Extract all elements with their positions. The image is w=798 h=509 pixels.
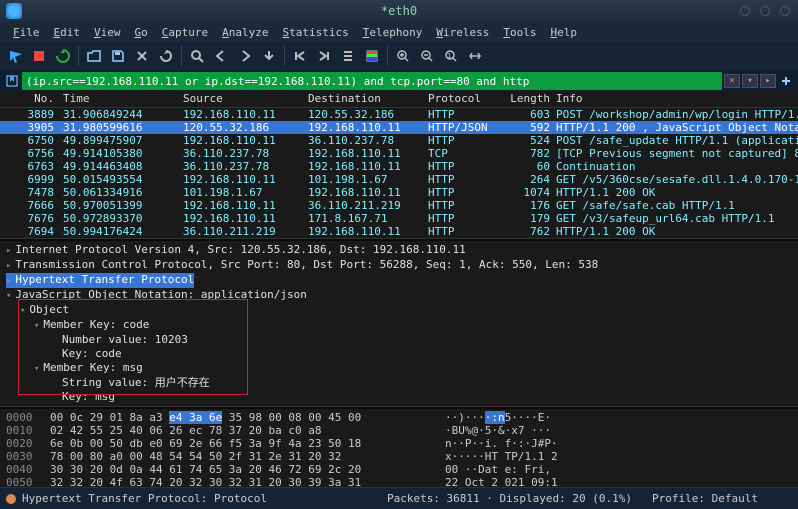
- zoom-reset-button[interactable]: 1: [440, 45, 462, 67]
- hex-row[interactable]: 000000 0c 29 01 8a a3 e4 3a 6e 35 98 00 …: [6, 411, 792, 424]
- menu-edit[interactable]: Edit: [47, 26, 88, 39]
- col-protocol[interactable]: Protocol: [425, 92, 505, 107]
- packet-row[interactable]: 766650.970051399192.168.110.1136.110.211…: [0, 199, 798, 212]
- detail-code-value[interactable]: Number value: 10203: [6, 333, 792, 347]
- col-length[interactable]: Length: [505, 92, 553, 107]
- packet-list[interactable]: No. Time Source Destination Protocol Len…: [0, 92, 798, 238]
- packet-row[interactable]: 675049.899475907192.168.110.1136.110.237…: [0, 134, 798, 147]
- go-back-button[interactable]: [210, 45, 232, 67]
- display-filter-input[interactable]: [22, 72, 722, 90]
- filter-clear-button[interactable]: ✕: [724, 74, 740, 88]
- detail-object[interactable]: Object: [6, 303, 792, 318]
- zoom-in-button[interactable]: [392, 45, 414, 67]
- packet-row[interactable]: 676349.91446340836.110.237.78192.168.110…: [0, 160, 798, 173]
- find-button[interactable]: [186, 45, 208, 67]
- resize-columns-button[interactable]: [464, 45, 486, 67]
- restart-capture-button[interactable]: [52, 45, 74, 67]
- detail-member-msg[interactable]: Member Key: msg: [6, 361, 792, 376]
- reload-button[interactable]: [155, 45, 177, 67]
- app-icon: [6, 3, 22, 19]
- zoom-out-button[interactable]: [416, 45, 438, 67]
- menu-statistics[interactable]: Statistics: [276, 26, 356, 39]
- window-title: *eth0: [381, 4, 417, 18]
- status-profile[interactable]: Profile: Default: [652, 492, 792, 505]
- detail-json[interactable]: JavaScript Object Notation: application/…: [6, 288, 792, 303]
- hex-row[interactable]: 00206e 0b 00 50 db e0 69 2e 66 f5 3a 9f …: [6, 437, 792, 450]
- maximize-button[interactable]: [760, 6, 770, 16]
- packet-row[interactable]: 769450.99417642436.110.211.219192.168.11…: [0, 225, 798, 238]
- col-source[interactable]: Source: [180, 92, 305, 107]
- filter-apply-button[interactable]: ▸: [760, 74, 776, 88]
- toolbar: 1: [0, 42, 798, 70]
- detail-msg-key[interactable]: Key: msg: [6, 390, 792, 404]
- packet-row[interactable]: 390531.980599616120.55.32.186192.168.110…: [0, 121, 798, 134]
- go-forward-button[interactable]: [234, 45, 256, 67]
- menu-go[interactable]: Go: [128, 26, 155, 39]
- menu-bar: File Edit View Go Capture Analyze Statis…: [0, 22, 798, 42]
- save-file-button[interactable]: [107, 45, 129, 67]
- status-left: Hypertext Transfer Protocol: Protocol: [22, 492, 267, 505]
- packet-list-header: No. Time Source Destination Protocol Len…: [0, 92, 798, 108]
- filter-dropdown-button[interactable]: ▾: [742, 74, 758, 88]
- start-capture-button[interactable]: [4, 45, 26, 67]
- status-bar: Hypertext Transfer Protocol: Protocol Pa…: [0, 487, 798, 509]
- hex-row[interactable]: 003078 00 80 a0 00 48 54 54 50 2f 31 2e …: [6, 450, 792, 463]
- col-no[interactable]: No.: [0, 92, 60, 107]
- minimize-button[interactable]: [740, 6, 750, 16]
- menu-tools[interactable]: Tools: [496, 26, 543, 39]
- filter-add-button[interactable]: [778, 73, 794, 89]
- go-to-button[interactable]: [258, 45, 280, 67]
- packet-row[interactable]: 699950.015493554192.168.110.11101.198.1.…: [0, 173, 798, 186]
- menu-analyze[interactable]: Analyze: [215, 26, 275, 39]
- hex-row[interactable]: 001002 42 55 25 40 06 26 ec 78 37 20 ba …: [6, 424, 792, 437]
- bookmark-filter-icon[interactable]: [4, 73, 20, 89]
- detail-code-key[interactable]: Key: code: [6, 347, 792, 361]
- window-controls: [740, 6, 798, 16]
- menu-capture[interactable]: Capture: [155, 26, 215, 39]
- packet-row[interactable]: 767650.972893370192.168.110.11171.8.167.…: [0, 212, 798, 225]
- menu-wireless[interactable]: Wireless: [429, 26, 496, 39]
- packet-row[interactable]: 675649.91410538036.110.237.78192.168.110…: [0, 147, 798, 160]
- menu-help[interactable]: Help: [543, 26, 584, 39]
- packet-row[interactable]: 747850.061334916101.198.1.67192.168.110.…: [0, 186, 798, 199]
- col-time[interactable]: Time: [60, 92, 180, 107]
- expert-info-icon[interactable]: [6, 494, 16, 504]
- detail-ip[interactable]: Internet Protocol Version 4, Src: 120.55…: [6, 243, 792, 258]
- menu-telephony[interactable]: Telephony: [356, 26, 430, 39]
- open-file-button[interactable]: [83, 45, 105, 67]
- close-file-button[interactable]: [131, 45, 153, 67]
- detail-tcp[interactable]: Transmission Control Protocol, Src Port:…: [6, 258, 792, 273]
- col-info[interactable]: Info: [553, 92, 798, 107]
- detail-http[interactable]: Hypertext Transfer Protocol: [6, 273, 194, 288]
- col-destination[interactable]: Destination: [305, 92, 425, 107]
- filter-bar: ✕ ▾ ▸: [0, 70, 798, 92]
- detail-msg-value[interactable]: String value: 用户不存在: [6, 376, 792, 390]
- title-bar: *eth0: [0, 0, 798, 22]
- colorize-button[interactable]: [361, 45, 383, 67]
- go-first-button[interactable]: [289, 45, 311, 67]
- close-button[interactable]: [780, 6, 790, 16]
- hex-row[interactable]: 004030 30 20 0d 0a 44 61 74 65 3a 20 46 …: [6, 463, 792, 476]
- auto-scroll-button[interactable]: [337, 45, 359, 67]
- svg-text:1: 1: [447, 52, 451, 60]
- menu-view[interactable]: View: [87, 26, 128, 39]
- menu-file[interactable]: File: [6, 26, 47, 39]
- packet-row[interactable]: 388931.906849244192.168.110.11120.55.32.…: [0, 108, 798, 121]
- detail-member-code[interactable]: Member Key: code: [6, 318, 792, 333]
- status-packets: Packets: 36811 · Displayed: 20 (0.1%): [267, 492, 652, 505]
- stop-capture-button[interactable]: [28, 45, 50, 67]
- packet-details[interactable]: Internet Protocol Version 4, Src: 120.55…: [0, 241, 798, 406]
- go-last-button[interactable]: [313, 45, 335, 67]
